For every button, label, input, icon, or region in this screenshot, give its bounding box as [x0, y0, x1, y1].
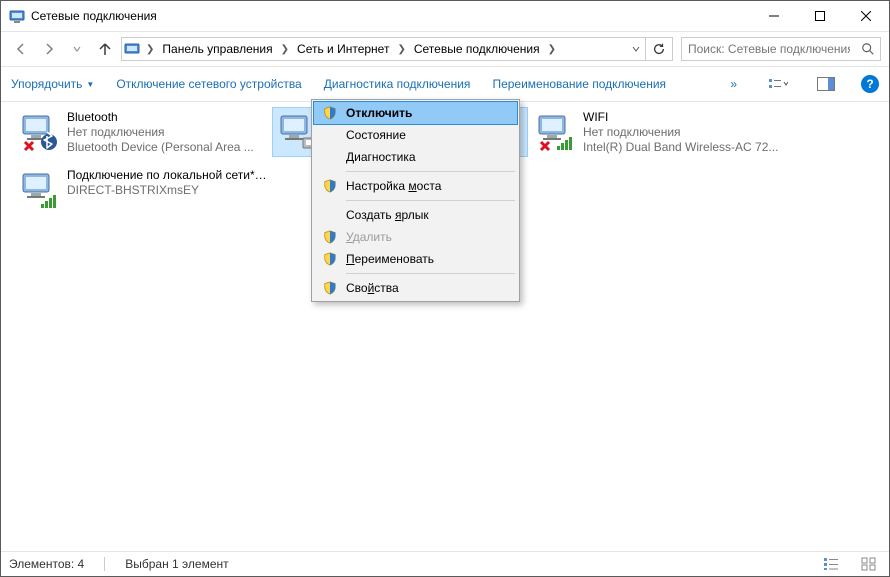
minimize-button[interactable] — [751, 1, 797, 31]
maximize-button[interactable] — [797, 1, 843, 31]
connection-item-bluetooth[interactable]: Bluetooth Нет подключения Bluetooth Devi… — [15, 108, 269, 157]
menu-item: Удалить — [314, 226, 517, 248]
status-count: Элементов: 4 — [9, 557, 84, 571]
menu-item-label: Отключить — [342, 106, 412, 120]
refresh-button[interactable] — [645, 38, 672, 60]
overflow-button[interactable]: » — [724, 77, 743, 91]
breadcrumb-sep[interactable]: ❯ — [544, 44, 560, 55]
connection-item-local[interactable]: Подключение по локальной сети* 13 DIRECT… — [15, 166, 269, 214]
shield-icon — [318, 106, 342, 120]
forward-button[interactable] — [37, 37, 61, 61]
connection-device: DIRECT-BHSTRIXmsEY — [67, 183, 267, 198]
app-icon — [9, 8, 25, 24]
connection-device: Bluetooth Device (Personal Area ... — [67, 140, 254, 155]
command-bar: Упорядочить▼ Отключение сетевого устройс… — [1, 67, 889, 102]
menu-item-label: Удалить — [342, 230, 392, 244]
context-menu: Отключить Состояние Диагностика Настройка м… — [311, 99, 520, 302]
breadcrumb-item[interactable]: Панель управления — [158, 42, 276, 56]
shield-icon — [318, 281, 342, 295]
menu-item-label: Переименовать — [342, 252, 434, 266]
menu-separator — [346, 200, 515, 201]
menu-separator — [346, 171, 515, 172]
menu-item-label: Состояние — [342, 128, 406, 142]
breadcrumb-sep[interactable]: ❯ — [277, 44, 293, 55]
network-icon — [533, 110, 577, 154]
menu-item[interactable]: Настройка моста — [314, 175, 517, 197]
connection-status: Нет подключения — [583, 125, 778, 140]
search-icon[interactable] — [856, 42, 880, 56]
connection-name: WIFI — [583, 110, 778, 125]
large-icons-view-button[interactable] — [857, 554, 881, 574]
menu-item-label: Настройка моста — [342, 179, 441, 193]
shield-icon — [318, 179, 342, 193]
connection-device: Intel(R) Dual Band Wireless-AC 72... — [583, 140, 778, 155]
window-title: Сетевые подключения — [31, 9, 751, 23]
details-view-button[interactable] — [819, 554, 843, 574]
menu-item[interactable]: Свойства — [314, 277, 517, 299]
up-button[interactable] — [93, 37, 117, 61]
address-dropdown[interactable] — [627, 45, 645, 53]
connection-status: Нет подключения — [67, 125, 254, 140]
connection-item-wifi[interactable]: WIFI Нет подключения Intel(R) Dual Band … — [531, 108, 785, 157]
view-options-button[interactable] — [765, 73, 791, 95]
title-bar: Сетевые подключения — [1, 1, 889, 31]
shield-icon — [318, 230, 342, 244]
menu-item[interactable]: Состояние — [314, 124, 517, 146]
status-bar: Элементов: 4 Выбран 1 элемент — [1, 551, 889, 576]
menu-item[interactable]: Создать ярлык — [314, 204, 517, 226]
disable-device-cmd[interactable]: Отключение сетевого устройства — [116, 77, 301, 91]
search-input[interactable] — [682, 42, 856, 56]
navigation-bar: ❯ Панель управления ❯ Сеть и Интернет ❯ … — [1, 31, 889, 67]
diagnose-cmd[interactable]: Диагностика подключения — [324, 77, 471, 91]
network-icon — [17, 110, 61, 154]
organize-menu[interactable]: Упорядочить▼ — [11, 77, 94, 91]
search-box[interactable] — [681, 37, 881, 61]
menu-item-label: Диагностика — [342, 150, 416, 164]
menu-separator — [346, 273, 515, 274]
recent-dropdown[interactable] — [65, 37, 89, 61]
menu-item[interactable]: Диагностика — [314, 146, 517, 168]
connection-name: Bluetooth — [67, 110, 254, 125]
menu-item[interactable]: Отключить — [314, 102, 517, 124]
menu-item-label: Свойства — [342, 281, 399, 295]
network-icon — [17, 168, 61, 212]
breadcrumb-item[interactable]: Сетевые подключения — [410, 42, 544, 56]
status-selected: Выбран 1 элемент — [125, 557, 228, 571]
shield-icon — [318, 252, 342, 266]
location-icon — [122, 41, 142, 57]
preview-pane-button[interactable] — [813, 73, 839, 95]
menu-item-label: Создать ярлык — [342, 208, 429, 222]
breadcrumb-item[interactable]: Сеть и Интернет — [293, 42, 393, 56]
menu-item[interactable]: Переименовать — [314, 248, 517, 270]
close-button[interactable] — [843, 1, 889, 31]
breadcrumb-sep[interactable]: ❯ — [142, 44, 158, 55]
back-button[interactable] — [9, 37, 33, 61]
address-bar[interactable]: ❯ Панель управления ❯ Сеть и Интернет ❯ … — [121, 37, 673, 61]
connection-name: Подключение по локальной сети* 13 — [67, 168, 267, 183]
help-button[interactable]: ? — [861, 75, 879, 93]
rename-cmd[interactable]: Переименование подключения — [492, 77, 666, 91]
breadcrumb-sep[interactable]: ❯ — [393, 44, 409, 55]
